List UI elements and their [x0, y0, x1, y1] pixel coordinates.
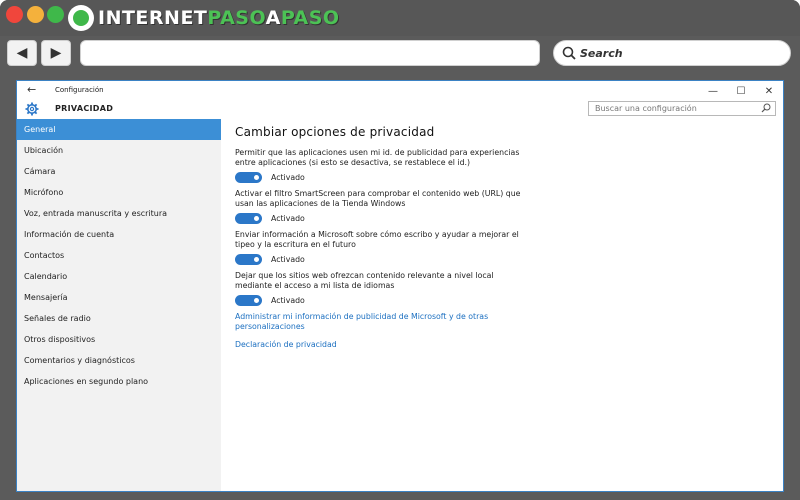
language-list-toggle[interactable] [235, 295, 262, 306]
back-arrow-icon: ◀ [16, 45, 28, 61]
option-toggle-row: Activado [235, 171, 775, 184]
advertising-id-toggle[interactable] [235, 172, 262, 183]
option-toggle-row: Activado [235, 212, 775, 225]
gear-icon [25, 102, 39, 116]
sidebar-item-senales-radio[interactable]: Señales de radio [17, 308, 221, 329]
sidebar-item-calendario[interactable]: Calendario [17, 266, 221, 287]
sidebar-item-voz[interactable]: Voz, entrada manuscrita y escritura [17, 203, 221, 224]
maximize-button[interactable]: ☐ [727, 83, 755, 99]
toggle-state-label: Activado [271, 296, 305, 305]
sidebar-item-comentarios[interactable]: Comentarios y diagnósticos [17, 350, 221, 371]
smartscreen-toggle[interactable] [235, 213, 262, 224]
option-toggle-row: Activado [235, 294, 775, 307]
maximize-window-button[interactable] [47, 6, 64, 23]
typing-info-toggle[interactable] [235, 254, 262, 265]
page-title: PRIVACIDAD [55, 104, 114, 113]
sidebar-item-general[interactable]: General [17, 119, 221, 140]
search-label: Search [580, 46, 623, 60]
browser-window: INTERNETPASOAPASO ◀ ▶ Search ← Configura… [0, 0, 800, 500]
browser-titlebar: INTERNETPASOAPASO [0, 0, 800, 36]
close-button[interactable]: ✕ [755, 83, 783, 99]
close-window-button[interactable] [6, 6, 23, 23]
forward-arrow-icon: ▶ [50, 45, 62, 61]
browser-search-field[interactable]: Search [553, 40, 791, 66]
toggle-state-label: Activado [271, 173, 305, 182]
site-logo: INTERNETPASOAPASO [68, 4, 340, 32]
toggle-state-label: Activado [271, 214, 305, 223]
logo-icon [68, 5, 94, 31]
sidebar-item-otros-dispositivos[interactable]: Otros dispositivos [17, 329, 221, 350]
sidebar-item-microfono[interactable]: Micrófono [17, 182, 221, 203]
sidebar-item-ubicacion[interactable]: Ubicación [17, 140, 221, 161]
sidebar-item-mensajeria[interactable]: Mensajería [17, 287, 221, 308]
section-heading: Cambiar opciones de privacidad [235, 125, 435, 139]
search-icon[interactable] [761, 103, 771, 113]
option-description: Dejar que los sitios web ofrezcan conten… [235, 271, 494, 290]
sidebar-item-camara[interactable]: Cámara [17, 161, 221, 182]
toggle-state-label: Activado [271, 255, 305, 264]
option-description: Permitir que las aplicaciones usen mi id… [235, 148, 520, 167]
forward-button[interactable]: ▶ [41, 40, 71, 66]
option-description: Enviar información a Microsoft sobre cóm… [235, 230, 519, 249]
back-button[interactable]: ◀ [7, 40, 37, 66]
option-toggle-row: Activado [235, 253, 775, 266]
manage-advertising-link[interactable]: Administrar mi información de publicidad… [235, 312, 525, 332]
back-arrow-icon[interactable]: ← [27, 83, 36, 96]
settings-window: ← Configuración — ☐ ✕ PRIVACIDAD Buscar … [16, 80, 784, 492]
sidebar-item-contactos[interactable]: Contactos [17, 245, 221, 266]
address-bar[interactable] [80, 40, 540, 66]
settings-header: PRIVACIDAD Buscar una configuración [17, 101, 783, 119]
privacy-statement-link[interactable]: Declaración de privacidad [235, 340, 525, 350]
option-description: Activar el filtro SmartScreen para compr… [235, 189, 521, 208]
search-icon [562, 46, 576, 60]
search-placeholder: Buscar una configuración [595, 104, 697, 113]
sidebar-item-informacion-cuenta[interactable]: Información de cuenta [17, 224, 221, 245]
settings-titlebar: ← Configuración — ☐ ✕ [17, 81, 783, 101]
sidebar-item-segundo-plano[interactable]: Aplicaciones en segundo plano [17, 371, 221, 392]
minimize-window-button[interactable] [27, 6, 44, 23]
sidebar: General Ubicación Cámara Micrófono Voz, … [17, 119, 221, 491]
minimize-button[interactable]: — [699, 83, 727, 99]
main-content: Cambiar opciones de privacidad Permitir … [235, 125, 775, 350]
browser-toolbar: ◀ ▶ Search [0, 36, 800, 76]
logo-text: INTERNETPASOAPASO [98, 7, 340, 29]
settings-search-input[interactable]: Buscar una configuración [588, 101, 776, 116]
window-title: Configuración [55, 86, 104, 94]
